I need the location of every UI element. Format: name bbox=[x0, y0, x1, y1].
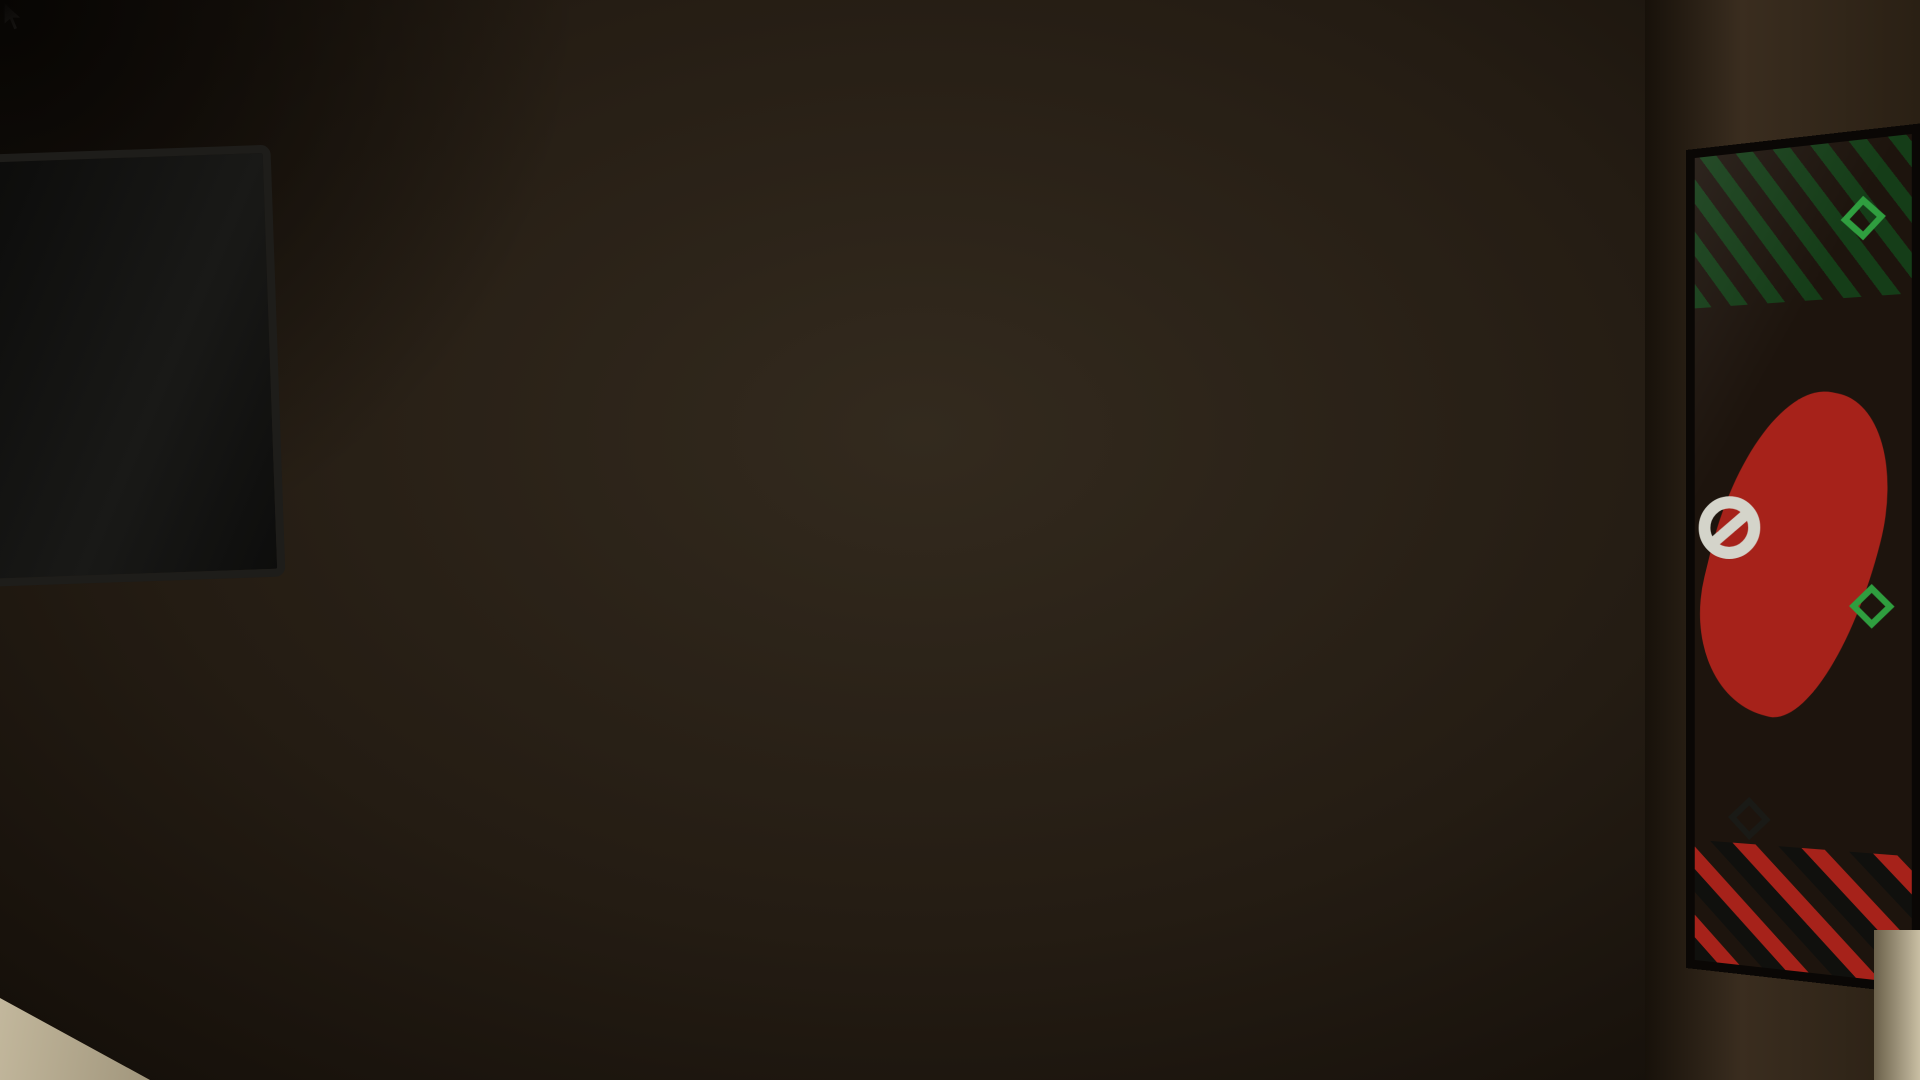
background-object bbox=[1874, 930, 1920, 1080]
wall-art bbox=[1686, 123, 1920, 994]
wall-art-shape bbox=[1695, 134, 1912, 984]
monitor bbox=[350, 28, 1660, 1080]
background-monitor bbox=[0, 145, 285, 588]
desk-corner bbox=[0, 980, 250, 1080]
scene bbox=[0, 0, 1920, 1080]
